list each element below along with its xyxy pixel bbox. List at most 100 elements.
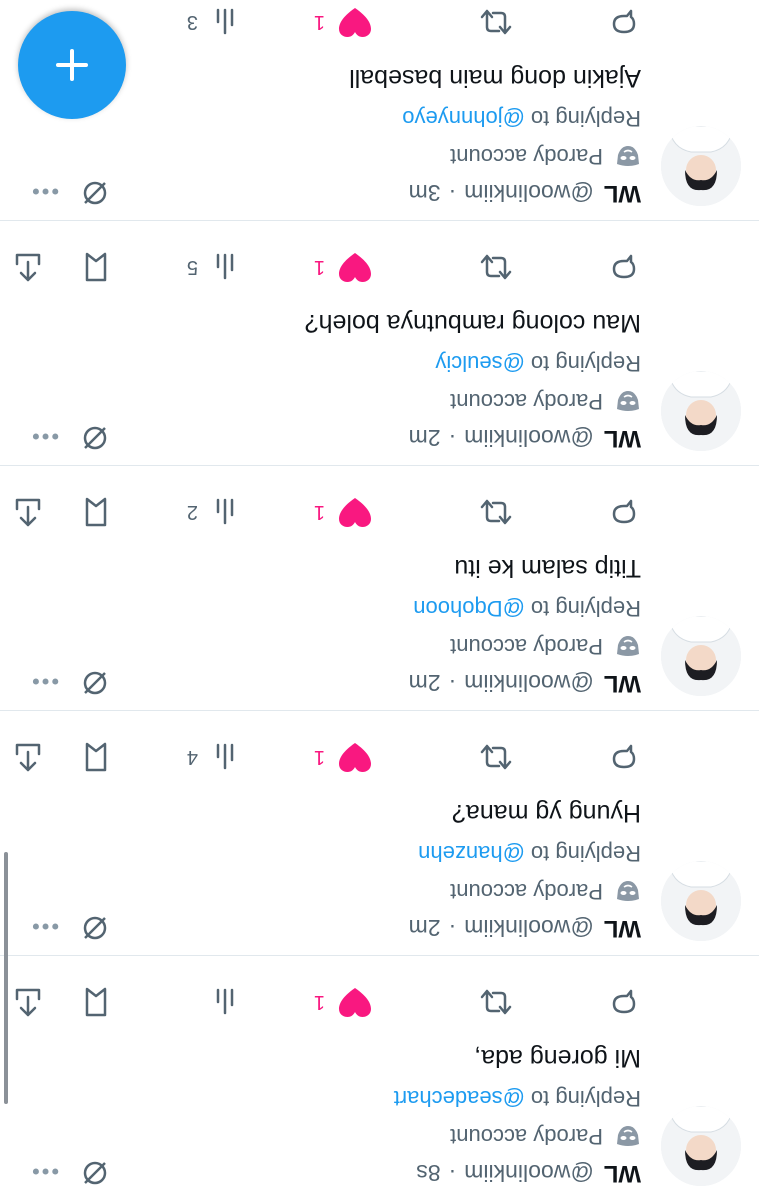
reply-button[interactable] xyxy=(607,733,641,781)
more-icon[interactable]: ••• xyxy=(30,1158,59,1184)
share-button[interactable] xyxy=(13,978,43,1026)
views-icon xyxy=(216,743,234,770)
reply-icon xyxy=(612,989,636,1014)
retweet-button[interactable] xyxy=(477,978,515,1026)
views-button[interactable]: 2 xyxy=(187,488,236,536)
reply-button[interactable] xyxy=(607,0,641,46)
replying-prefix: Replying to xyxy=(530,1086,641,1111)
views-button[interactable] xyxy=(198,978,236,1026)
bookmark-icon xyxy=(85,742,107,772)
mask-icon xyxy=(617,881,639,901)
views-button[interactable]: 4 xyxy=(187,733,236,781)
mention-link[interactable]: @seadechart xyxy=(394,1085,525,1111)
bookmark-button[interactable] xyxy=(81,978,111,1026)
mention-link[interactable]: @hanzehn xyxy=(418,840,525,866)
tweet[interactable]: WL @woolinkiim · 8s ••• Parody account R… xyxy=(0,955,759,1200)
reply-button[interactable] xyxy=(607,243,641,291)
views-button[interactable]: 5 xyxy=(187,243,236,291)
retweet-icon xyxy=(480,744,512,770)
mention-link[interactable]: @Dqohoon xyxy=(413,595,525,621)
separator: · xyxy=(448,425,457,452)
separator: · xyxy=(448,915,457,942)
share-button[interactable] xyxy=(13,488,43,536)
retweet-icon xyxy=(480,254,512,280)
tweet-text: Titip salam ke itu xyxy=(454,554,641,583)
more-icon[interactable]: ••• xyxy=(30,913,59,939)
compose-button[interactable] xyxy=(18,11,126,119)
tweet[interactable]: WL @woolinkiim · 2m ••• Parody account R… xyxy=(0,220,759,465)
display-name[interactable]: WL xyxy=(604,424,641,452)
timestamp[interactable]: 3m xyxy=(409,180,441,207)
more-icon[interactable]: ••• xyxy=(30,668,59,694)
retweet-button[interactable] xyxy=(477,0,515,46)
like-count: 1 xyxy=(313,991,325,1014)
retweet-button[interactable] xyxy=(477,733,515,781)
scrollbar[interactable] xyxy=(4,852,8,1104)
replying-prefix: Replying to xyxy=(530,841,641,866)
separator: · xyxy=(448,1160,457,1187)
handle[interactable]: @woolinkiim xyxy=(464,915,593,942)
avatar[interactable] xyxy=(661,616,741,696)
retweet-button[interactable] xyxy=(477,488,515,536)
share-button[interactable] xyxy=(13,733,43,781)
like-button[interactable]: 1 xyxy=(314,0,373,46)
bookmark-button[interactable] xyxy=(81,733,111,781)
bookmark-button[interactable] xyxy=(81,488,111,536)
tweet[interactable]: WL @woolinkiim · 2m ••• Parody account R… xyxy=(0,710,759,955)
tweet[interactable]: WL @woolinkiim · 2m ••• Parody account R… xyxy=(0,465,759,710)
display-name[interactable]: WL xyxy=(604,669,641,697)
bookmark-icon xyxy=(85,987,107,1017)
not-interested-icon[interactable] xyxy=(80,173,110,208)
parody-badge: Parody account xyxy=(450,631,641,661)
tweet-header: WL @woolinkiim · 2m xyxy=(18,911,641,945)
handle[interactable]: @woolinkiim xyxy=(464,670,593,697)
display-name[interactable]: WL xyxy=(604,1159,641,1187)
not-interested-icon[interactable] xyxy=(80,663,110,698)
like-button[interactable]: 1 xyxy=(314,243,373,291)
handle[interactable]: @woolinkiim xyxy=(464,425,593,452)
handle[interactable]: @woolinkiim xyxy=(464,180,593,207)
mask-icon xyxy=(617,391,639,411)
timestamp[interactable]: 2m xyxy=(409,670,441,697)
not-interested-icon[interactable] xyxy=(80,1153,110,1188)
plus-icon xyxy=(56,49,88,81)
parody-badge: Parody account xyxy=(450,386,641,416)
timestamp[interactable]: 2m xyxy=(409,425,441,452)
reply-button[interactable] xyxy=(607,488,641,536)
bookmark-button[interactable] xyxy=(81,243,111,291)
tweet-text: Mi goreng ada, xyxy=(474,1044,641,1073)
views-button[interactable]: 3 xyxy=(187,0,236,46)
reply-icon xyxy=(612,744,636,769)
heart-icon xyxy=(339,498,371,527)
display-name[interactable]: WL xyxy=(604,914,641,942)
like-button[interactable]: 1 xyxy=(314,733,373,781)
timestamp[interactable]: 2m xyxy=(409,915,441,942)
timeline: WL @woolinkiim · 8s ••• Parody account R… xyxy=(0,0,759,1200)
replying-to: Replying to @seadechart xyxy=(394,1083,641,1113)
tweet-text: Hyung yg mana? xyxy=(451,799,641,828)
not-interested-icon[interactable] xyxy=(80,418,110,453)
mention-link[interactable]: @johnnyeyo xyxy=(402,105,525,131)
share-icon xyxy=(15,253,41,282)
timestamp[interactable]: 8s xyxy=(416,1160,440,1187)
retweet-button[interactable] xyxy=(477,243,515,291)
avatar[interactable] xyxy=(661,371,741,451)
action-bar: 1 4 xyxy=(15,733,641,781)
avatar[interactable] xyxy=(661,126,741,206)
share-button[interactable] xyxy=(13,243,43,291)
avatar[interactable] xyxy=(661,1106,741,1186)
parody-badge: Parody account xyxy=(450,141,641,171)
not-interested-icon[interactable] xyxy=(80,908,110,943)
more-icon[interactable]: ••• xyxy=(30,178,59,204)
mention-link[interactable]: @seulciy xyxy=(435,350,525,376)
display-name[interactable]: WL xyxy=(604,179,641,207)
like-button[interactable]: 1 xyxy=(314,978,373,1026)
more-icon[interactable]: ••• xyxy=(30,423,59,449)
views-count: 3 xyxy=(186,11,198,34)
like-button[interactable]: 1 xyxy=(314,488,373,536)
parody-badge: Parody account xyxy=(450,876,641,906)
handle[interactable]: @woolinkiim xyxy=(464,1160,593,1187)
avatar[interactable] xyxy=(661,861,741,941)
tweet-header: WL @woolinkiim · 2m xyxy=(18,666,641,700)
reply-button[interactable] xyxy=(607,978,641,1026)
